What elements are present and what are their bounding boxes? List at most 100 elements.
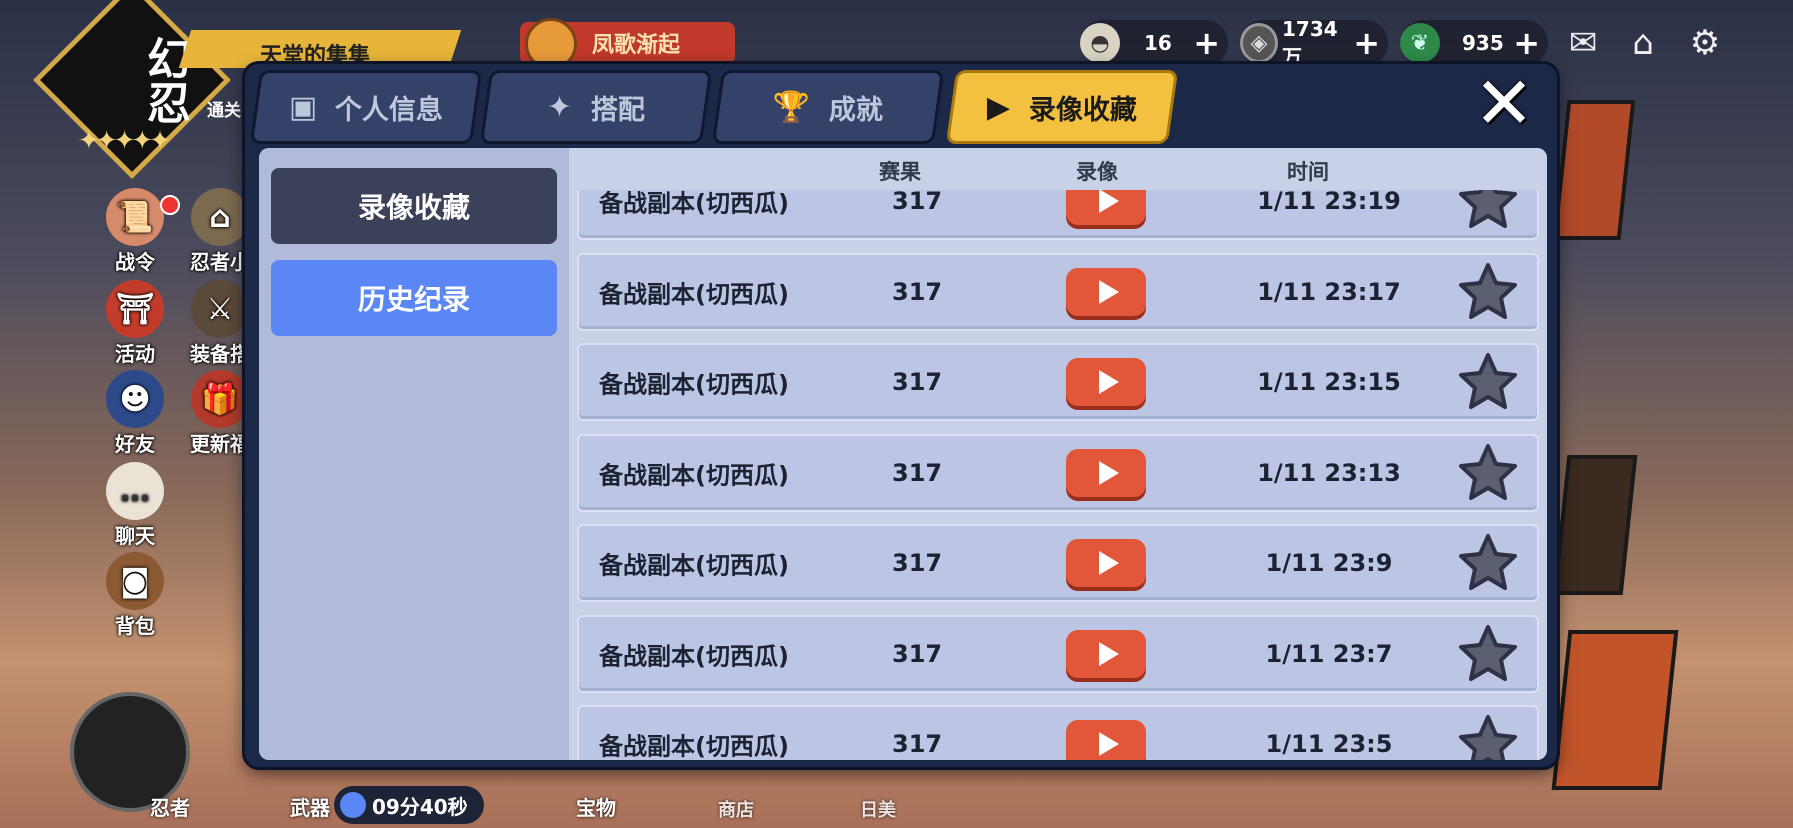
scroll-icon: 📜	[106, 188, 164, 246]
row-time: 1/11 23:5	[1265, 730, 1393, 758]
menu-activity[interactable]: ⛩ 活动	[90, 280, 180, 367]
menu-battle-pass-label: 战令	[115, 250, 155, 274]
bottom-menu-treasure[interactable]: 宝物	[576, 792, 616, 821]
row-time: 1/11 23:13	[1257, 458, 1401, 487]
play-replay-button[interactable]	[1066, 448, 1146, 497]
bottom-menu-extra[interactable]: 日美	[860, 796, 896, 822]
row-mode-name: 备战副本(切西瓜)	[599, 280, 789, 308]
tab-replay-collection-label: 录像收藏	[1028, 94, 1137, 126]
resource-rice: ◓ 16 +	[1080, 20, 1228, 66]
play-replay-button[interactable]	[1066, 539, 1146, 587]
favorite-star-icon[interactable]	[1457, 713, 1519, 760]
tab-achievements[interactable]: 🏆 成就	[711, 70, 945, 144]
side-btn-replay-collection[interactable]: 录像收藏	[271, 168, 557, 244]
row-mode-name: 备战副本(切西瓜)	[599, 461, 789, 489]
shop-icon[interactable]: ⌂	[1620, 22, 1666, 64]
side-card-character[interactable]	[1552, 100, 1636, 240]
table-row: 备战副本(切西瓜) 317 1/11 23:15	[577, 343, 1539, 421]
menu-bag[interactable]: ◙ 背包	[90, 552, 180, 639]
clock-icon	[340, 792, 366, 818]
row-time: 1/11 23:19	[1257, 190, 1401, 215]
menu-equipment-label: 装备搭	[190, 342, 250, 366]
chat-icon: …	[106, 462, 164, 520]
menu-update-gift-label: 更新福	[190, 432, 250, 456]
favorite-star-icon[interactable]	[1457, 190, 1519, 232]
row-score: 317	[892, 639, 943, 668]
mail-icon[interactable]: ✉	[1560, 22, 1606, 64]
tab-personal-info[interactable]: ▣ 个人信息	[249, 70, 483, 144]
gift-icon: 🎁	[191, 370, 249, 428]
house-icon: ⌂	[191, 188, 249, 246]
play-replay-button[interactable]	[1066, 720, 1146, 760]
favorite-star-icon[interactable]	[1457, 532, 1519, 594]
shuriken-icon: ✦	[547, 89, 573, 125]
play-icon: ▶	[987, 89, 1011, 125]
row-time: 1/11 23:15	[1257, 368, 1401, 396]
add-jade-button[interactable]: +	[1513, 27, 1540, 59]
row-score: 317	[892, 277, 943, 306]
side-menu: 录像收藏 历史纪录	[259, 148, 569, 760]
menu-friends[interactable]: ☻ 好友	[90, 370, 180, 457]
row-score: 317	[892, 458, 943, 487]
menu-chat[interactable]: … 聊天	[90, 462, 180, 549]
coin-icon: ◈	[1240, 23, 1278, 63]
favorite-star-icon[interactable]	[1457, 261, 1519, 323]
row-score: 317	[892, 190, 943, 215]
timer-text: 09分40秒	[372, 794, 468, 819]
add-rice-button[interactable]: +	[1193, 27, 1220, 59]
table-header: 赛果 录像 时间	[569, 148, 1547, 190]
tab-loadout[interactable]: ✦ 搭配	[479, 70, 713, 144]
close-icon[interactable]: ✕	[1469, 67, 1539, 139]
play-icon	[1098, 641, 1119, 666]
table-row: 备战副本(切西瓜) 317 1/11 23:17	[577, 252, 1539, 331]
play-icon	[1098, 732, 1119, 756]
play-replay-button[interactable]	[1066, 629, 1146, 678]
row-time: 1/11 23:9	[1265, 549, 1393, 577]
torii-icon: ⛩	[106, 280, 164, 338]
side-card-dark[interactable]	[1552, 455, 1638, 595]
menu-chat-label: 聊天	[115, 524, 155, 548]
table-row: 备战副本(切西瓜) 317 1/11 23:5	[577, 705, 1539, 760]
table-row: 备战副本(切西瓜) 317 1/11 23:9	[577, 524, 1539, 602]
settings-gear-icon[interactable]: ⚙	[1682, 22, 1728, 64]
tab-loadout-label: 搭配	[590, 94, 645, 126]
favorite-star-icon[interactable]	[1457, 351, 1519, 413]
menu-activity-label: 活动	[115, 342, 155, 366]
rice-ball-icon: ◓	[1080, 23, 1120, 63]
play-icon	[1098, 279, 1119, 304]
resource-jade: ❦ 935 +	[1400, 20, 1548, 66]
row-score: 317	[892, 549, 943, 577]
favorite-star-icon[interactable]	[1457, 442, 1519, 504]
lantern-icon	[525, 18, 577, 70]
row-mode-name: 备战副本(切西瓜)	[599, 642, 789, 670]
table-row: 备战副本(切西瓜) 317 1/11 23:13	[577, 433, 1539, 512]
bottom-menu-shop[interactable]: 商店	[718, 796, 754, 822]
bottom-menu-weapon[interactable]: 武器	[290, 792, 330, 821]
column-replay: 录像	[1076, 160, 1118, 184]
play-icon	[1098, 190, 1119, 213]
favorite-star-icon[interactable]	[1457, 623, 1519, 685]
jade-icon: ❦	[1400, 23, 1440, 63]
bottom-menu-ninja[interactable]: 忍者	[150, 792, 190, 821]
add-coin-button[interactable]: +	[1353, 27, 1380, 59]
table-body[interactable]: 备战副本(切西瓜) 317 1/11 23:19 备战副本(切西瓜) 317 1/11 2…	[569, 190, 1547, 760]
tab-replay-collection[interactable]: ▶ 录像收藏	[945, 70, 1179, 144]
side-card-fire[interactable]	[1551, 630, 1679, 790]
row-score: 317	[892, 730, 943, 758]
game-logo-text: 幻忍	[139, 36, 190, 124]
bag-icon: ◙	[106, 552, 164, 610]
column-result: 赛果	[879, 160, 921, 184]
ninja-icon: ☻	[106, 370, 164, 428]
resource-jade-value: 935	[1462, 31, 1504, 55]
side-btn-history[interactable]: 历史纪录	[271, 260, 557, 336]
play-replay-button[interactable]	[1066, 267, 1146, 316]
sword-icon: ⚔	[191, 280, 249, 338]
play-replay-button[interactable]	[1066, 358, 1146, 406]
row-mode-name: 备战副本(切西瓜)	[599, 370, 789, 399]
column-time: 时间	[1287, 160, 1329, 184]
row-score: 317	[892, 368, 943, 396]
resource-coin-value: 1734万	[1281, 16, 1338, 69]
resource-coin: ◈ 1734万 +	[1240, 17, 1388, 69]
tab-achievements-label: 成就	[828, 94, 883, 126]
play-replay-button[interactable]	[1066, 190, 1146, 225]
